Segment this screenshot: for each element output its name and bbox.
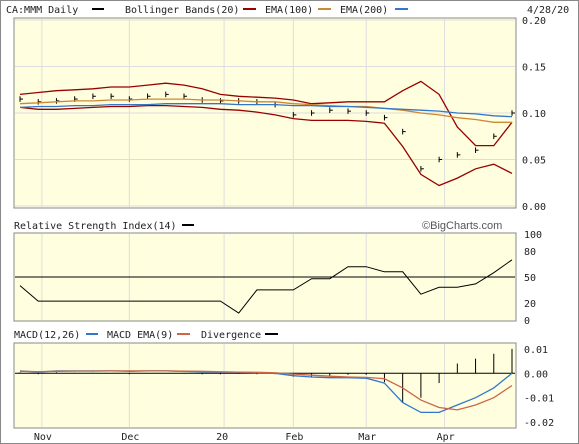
x-tick-label: 20 [216,432,228,443]
macd-y-tick: 0.00 [524,369,548,380]
macd-y-tick: -0.02 [524,418,554,429]
macd-y-tick: 0.01 [524,345,548,356]
stock-chart: CA:MMM Daily Bollinger Bands(20) EMA(100… [0,0,579,444]
rsi-title: Relative Strength Index(14) [14,221,177,232]
x-tick-label: Apr [437,432,455,443]
rsi-y-tick: 80 [524,247,536,258]
rsi-y-tick: 0 [524,316,530,327]
macd-title: MACD(12,26) [14,330,80,341]
date-label: 4/28/20 [527,5,569,16]
x-tick-label: Nov [34,432,52,443]
price-y-tick: 0.15 [522,63,546,74]
macd-y-tick: -0.01 [524,394,554,405]
divergence-title: Divergence [201,330,261,341]
bollinger-label: Bollinger Bands(20) [125,5,239,16]
ema100-label: EMA(100) [265,5,313,16]
x-tick-label: Dec [121,432,139,443]
rsi-y-tick: 50 [524,273,536,284]
macd-panel [13,342,517,429]
price-y-tick: 0.00 [522,202,546,213]
x-tick-label: Mar [358,432,376,443]
price-y-tick: 0.10 [522,109,546,120]
price-y-tick: 0.05 [522,156,546,167]
x-tick-label: Feb [285,432,303,443]
symbol-label: CA:MMM Daily [6,5,78,16]
watermark: ©BigCharts.com [422,220,502,232]
price-y-tick: 0.20 [522,16,546,27]
ema200-label: EMA(200) [340,5,388,16]
rsi-y-tick: 20 [524,299,536,310]
rsi-y-tick: 100 [524,230,542,241]
signal-title: MACD EMA(9) [107,330,173,341]
